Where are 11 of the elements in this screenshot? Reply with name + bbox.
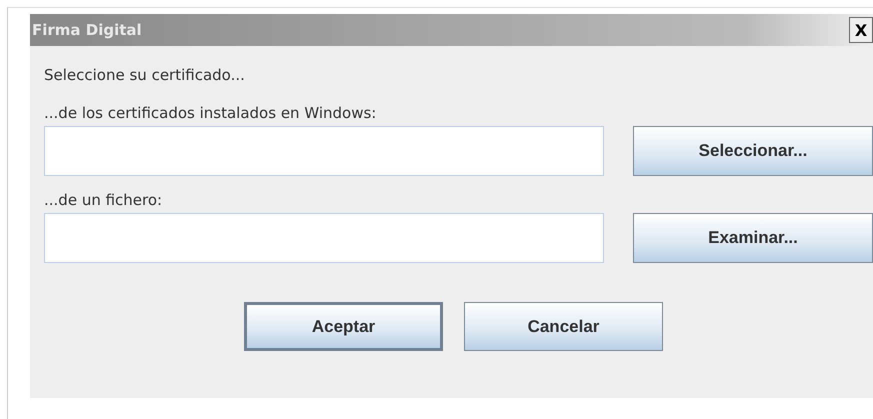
- accept-button[interactable]: Aceptar: [244, 302, 443, 351]
- heading-label: Seleccione su certificado...: [44, 65, 246, 86]
- close-button[interactable]: X: [849, 17, 873, 43]
- source-label: ...de un fichero:: [44, 190, 164, 211]
- input-field[interactable]: [44, 213, 604, 263]
- browse-button[interactable]: Examinar...: [633, 213, 873, 263]
- source-label: ...de los certificados instalados en Windows:: [44, 103, 378, 124]
- window-title: Firma Digital: [32, 21, 142, 39]
- cancel-button[interactable]: Cancelar: [464, 302, 663, 351]
- input-field[interactable]: [44, 126, 604, 176]
- browse-button[interactable]: Seleccionar...: [633, 126, 873, 176]
